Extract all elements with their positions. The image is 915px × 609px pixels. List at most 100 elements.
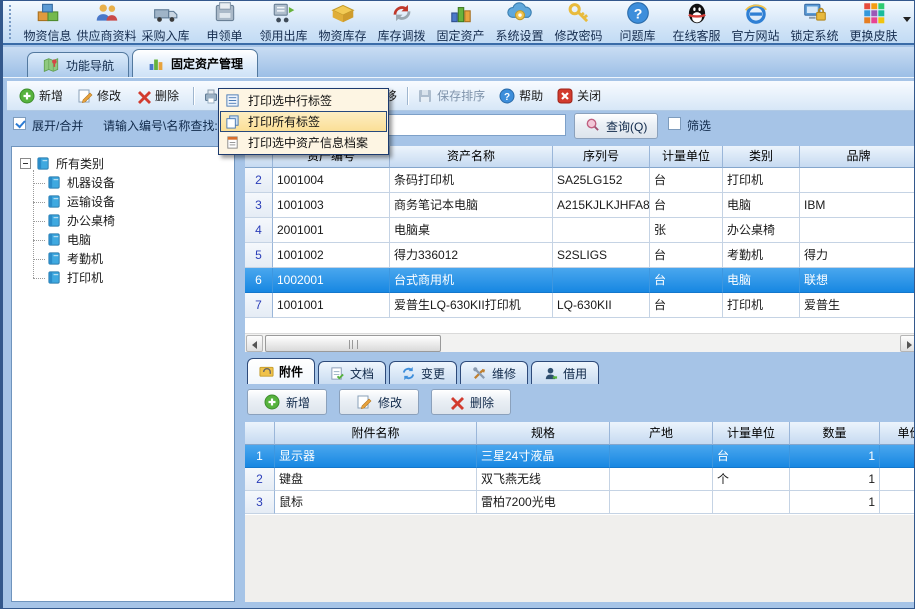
table-cell: 商务笔记本电脑 <box>390 193 553 218</box>
close-button[interactable]: 关闭 <box>557 87 601 104</box>
query-button[interactable]: 查询(Q) <box>574 113 658 139</box>
toolbar-item-requisition[interactable]: 申领单 <box>195 0 254 44</box>
toolbar-item-issue-out[interactable]: 领用出库 <box>254 0 313 44</box>
table-cell: 1001003 <box>273 193 390 218</box>
toolbar-item-qq-service[interactable]: 在线客服 <box>667 0 726 44</box>
search-icon <box>585 117 600 135</box>
filter-checkbox[interactable] <box>668 117 681 130</box>
table-cell: 1 <box>880 445 915 468</box>
column-header[interactable]: 单价 <box>880 422 915 445</box>
column-header[interactable]: 计量单位 <box>713 422 790 445</box>
tab-asset-tab[interactable]: 固定资产管理 <box>132 49 258 77</box>
toolbar-grip-handle[interactable] <box>9 5 13 39</box>
table-row[interactable]: 21001004条码打印机SA25LG152台打印机 <box>245 168 915 193</box>
table-cell: 显示器 <box>275 445 477 468</box>
table-cell: 三星24寸液晶 <box>477 445 610 468</box>
toolbar-item-settings[interactable]: 系统设置 <box>490 0 549 44</box>
detail-tab-attach[interactable]: 附件 <box>247 358 315 384</box>
table-row[interactable]: 71001001爱普生LQ-630KII打印机LQ-630KII台打印机爱普生 <box>245 293 915 318</box>
column-header[interactable]: 序列号 <box>553 146 650 168</box>
asset-grid-hscrollbar[interactable] <box>245 333 915 352</box>
grid-header-corner <box>245 422 275 445</box>
column-header[interactable]: 产地 <box>610 422 713 445</box>
toolbar-item-lock-system[interactable]: 锁定系统 <box>785 0 844 44</box>
detail-tab-change[interactable]: 变更 <box>389 361 457 384</box>
row-number: 4 <box>245 218 273 243</box>
column-header[interactable]: 计量单位 <box>650 146 723 168</box>
tree-node[interactable]: 机器设备 <box>33 173 234 192</box>
column-header[interactable]: 规格 <box>477 422 610 445</box>
tab-nav[interactable]: 功能导航 <box>27 52 129 77</box>
row-number: 1 <box>245 445 275 468</box>
table-cell: 得力 <box>800 243 915 268</box>
detail-tab-borrow[interactable]: 借用 <box>531 361 599 384</box>
scroll-left-arrow-icon[interactable] <box>246 335 263 352</box>
column-header[interactable]: 数量 <box>790 422 880 445</box>
detail-edit-button[interactable]: 修改 <box>339 389 419 415</box>
toolbar-item-question[interactable]: ?问题库 <box>608 0 667 44</box>
toolbar-item-supplier[interactable]: 供应商资料 <box>77 0 136 44</box>
toolbar-item-materials[interactable]: 物资信息 <box>18 0 77 44</box>
menu-item-menu-doc[interactable]: 打印选中资产信息档案 <box>220 132 387 153</box>
toolbar-item-password[interactable]: 修改密码 <box>549 0 608 44</box>
svg-text:?: ? <box>633 5 642 21</box>
book-icon <box>36 156 51 171</box>
toolbar-item-skin[interactable]: 更换皮肤 <box>844 0 903 44</box>
menu-item-menu-copy[interactable]: 打印所有标签 <box>220 111 387 132</box>
grid-header-row: 附件名称规格产地计量单位数量单价 <box>245 422 915 445</box>
table-cell <box>880 468 915 491</box>
toolbar-item-label: 更换皮肤 <box>849 27 897 44</box>
delete-button[interactable]: 删除 <box>135 87 179 104</box>
edit-icon <box>77 88 93 104</box>
tree-node[interactable]: 打印机 <box>33 268 234 287</box>
tree-node-label: 机器设备 <box>67 174 115 191</box>
add-button[interactable]: 新增 <box>19 87 63 104</box>
table-row[interactable]: 61002001台式商用机台电脑联想 <box>245 268 915 293</box>
table-row[interactable]: 1显示器三星24寸液晶台11 <box>245 445 915 468</box>
bottom-empty-area <box>245 515 915 602</box>
toolbar-item-fixed-asset[interactable]: 固定资产 <box>431 0 490 44</box>
table-row[interactable]: 42001001电脑桌张办公桌椅 <box>245 218 915 243</box>
save-order-button[interactable]: 保存排序 <box>417 87 485 104</box>
toolbar-overflow-icon[interactable] <box>903 17 911 22</box>
detail-tab-doc-check[interactable]: 文档 <box>318 361 386 384</box>
add-icon <box>19 88 35 104</box>
edit-button[interactable]: 修改 <box>77 87 121 104</box>
expand-collapse-checkbox[interactable] <box>13 117 26 130</box>
toolbar-item-label: 在线客服 <box>672 27 720 44</box>
table-row[interactable]: 31001003商务笔记本电脑A215KJLKJHFA84台电脑IBM <box>245 193 915 218</box>
toolbar-item-purchase-in[interactable]: 采购入库 <box>136 0 195 44</box>
table-cell: 1001001 <box>273 293 390 318</box>
scroll-right-arrow-icon[interactable] <box>900 335 915 352</box>
column-header[interactable]: 附件名称 <box>275 422 477 445</box>
table-cell <box>610 445 713 468</box>
toolbar-item-stock[interactable]: 物资库存 <box>313 0 372 44</box>
toolbar-item-transfer[interactable]: 库存调拨 <box>372 0 431 44</box>
toolbar-item-website[interactable]: 官方网站 <box>726 0 785 44</box>
column-header[interactable]: 品牌 <box>800 146 915 168</box>
detail-delete-button[interactable]: 删除 <box>431 389 511 415</box>
tree-node-label: 所有类别 <box>56 155 104 172</box>
menu-item-menu-list[interactable]: 打印选中行标签 <box>220 90 387 111</box>
toolbar-item-label: 申领单 <box>206 27 242 44</box>
tree-node[interactable]: 电脑 <box>33 230 234 249</box>
borrow-icon <box>543 366 558 381</box>
tree-node[interactable]: 运输设备 <box>33 192 234 211</box>
table-row[interactable]: 3鼠标雷柏7200光电1 <box>245 491 915 514</box>
table-row[interactable]: 51001002得力336012S2SLIGS台考勤机得力 <box>245 243 915 268</box>
tree-node[interactable]: 考勤机 <box>33 249 234 268</box>
scrollbar-thumb[interactable] <box>265 335 441 352</box>
detail-add-button[interactable]: 新增 <box>247 389 327 415</box>
toolbar-item-label: 物资信息 <box>23 27 71 44</box>
toolbar-item-label: 官方网站 <box>731 27 779 44</box>
tree-node[interactable]: 办公桌椅 <box>33 211 234 230</box>
expand-collapse-label: 展开/合并 <box>32 117 83 134</box>
table-cell: 电脑 <box>723 193 800 218</box>
detail-tab-repair[interactable]: 维修 <box>460 361 528 384</box>
column-header[interactable]: 类别 <box>723 146 800 168</box>
help-button[interactable]: ?帮助 <box>499 87 543 104</box>
tree-collapse-icon[interactable] <box>20 158 31 169</box>
column-header[interactable]: 资产名称 <box>390 146 553 168</box>
table-row[interactable]: 2键盘双飞燕无线个1 <box>245 468 915 491</box>
tree-node-root[interactable]: 所有类别 <box>20 153 234 173</box>
